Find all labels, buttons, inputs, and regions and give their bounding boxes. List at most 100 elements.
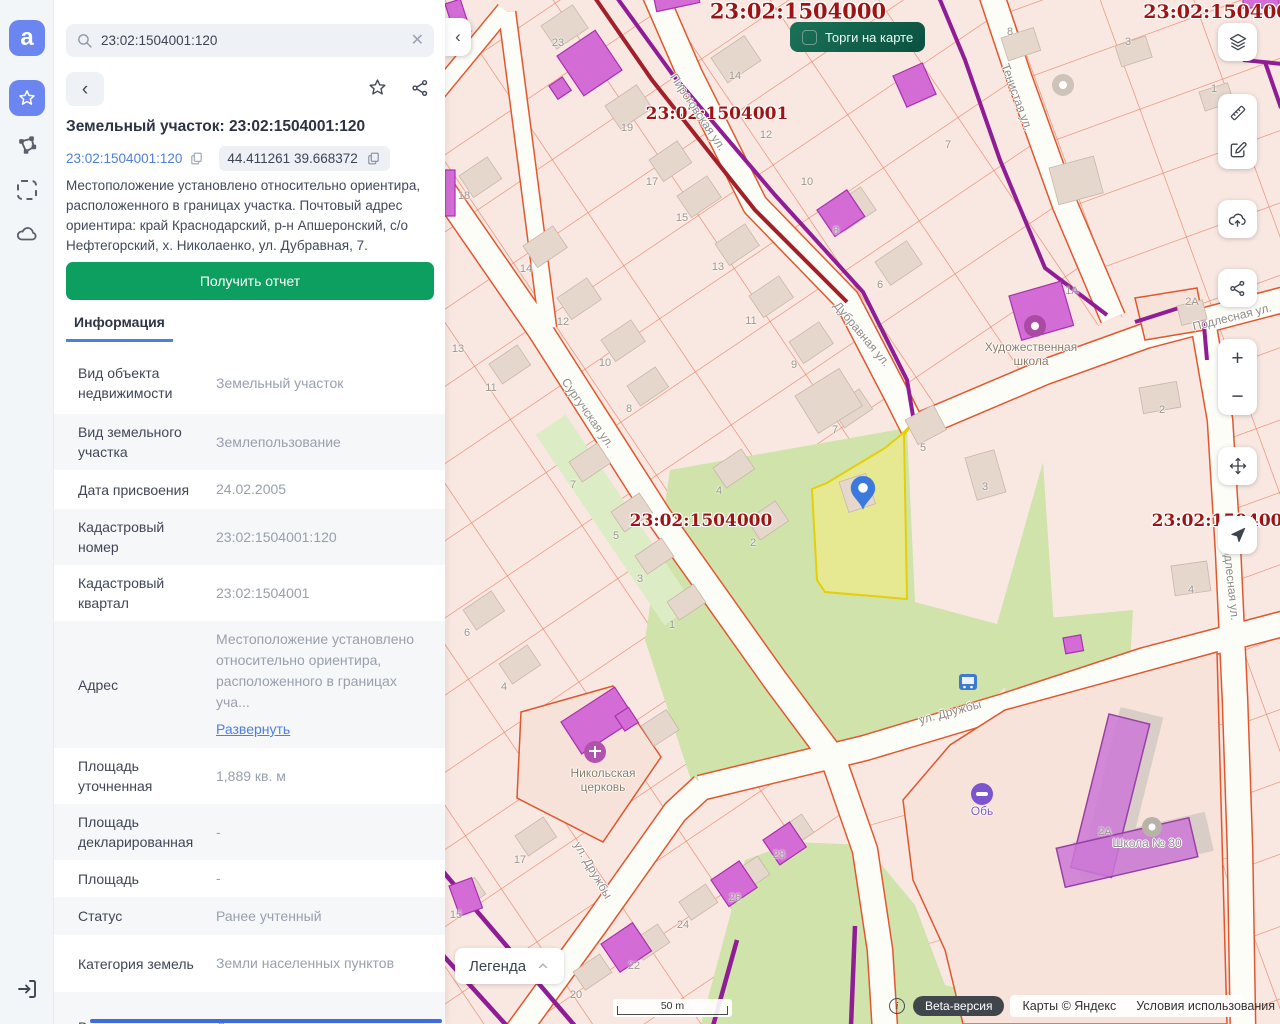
- info-row: Площадь декларированная-: [54, 804, 445, 860]
- legend-button[interactable]: Легенда: [455, 948, 564, 984]
- copy-icon[interactable]: [365, 150, 382, 167]
- copy-icon[interactable]: [188, 150, 205, 167]
- sidebar-scrollbar[interactable]: [90, 1019, 442, 1023]
- star-outline-icon: [367, 77, 388, 98]
- ruler-icon: [1228, 103, 1248, 123]
- cadastral-number-link[interactable]: 23:02:1504001:120: [66, 151, 182, 166]
- trades-toggle[interactable]: Торги на карте: [790, 22, 925, 52]
- info-row-label: Категория земель: [78, 954, 216, 974]
- info-row: Кадастровый номер23:02:1504001:120: [54, 509, 445, 565]
- identifier-badges: 23:02:1504001:120 44.411261 39.668372: [66, 146, 390, 171]
- info-row-value: Земли населенных пунктов: [216, 953, 433, 974]
- share-button[interactable]: [406, 74, 434, 105]
- polygon-select-icon: [16, 135, 38, 157]
- collapse-sidebar-button[interactable]: ‹: [445, 18, 471, 56]
- expand-link[interactable]: Развернуть: [216, 719, 433, 740]
- info-row: СтатусРанее учтенный: [54, 897, 445, 935]
- info-row-value: 1,889 кв. м: [216, 766, 433, 787]
- info-row-label: Кадастровый квартал: [78, 573, 216, 613]
- zoom-group: + −: [1218, 339, 1257, 415]
- locate-icon: [1228, 525, 1248, 545]
- maps-copyright: Карты © Яндекс: [1022, 999, 1116, 1013]
- star-icon: [17, 88, 37, 108]
- info-table: Вид объекта недвижимостиЗемельный участо…: [54, 352, 445, 1024]
- chevron-up-icon: [536, 959, 550, 973]
- search-input[interactable]: [101, 33, 403, 48]
- sidebar-panel: ✕ ‹ Земельный участок: 23:02:1504001:120…: [54, 0, 445, 1024]
- info-icon[interactable]: i: [889, 998, 905, 1014]
- zoom-out-button[interactable]: −: [1218, 377, 1257, 415]
- pan-button[interactable]: [1218, 447, 1257, 485]
- info-row-value: 24.02.2005: [216, 479, 433, 500]
- info-row: Кадастровый квартал23:02:1504001: [54, 565, 445, 621]
- info-row-label: Площадь декларированная: [78, 812, 216, 852]
- beta-badge: Beta-версия: [913, 996, 1004, 1016]
- layers-icon: [1228, 32, 1248, 52]
- back-button[interactable]: ‹: [66, 72, 104, 106]
- area-select-button[interactable]: [9, 172, 45, 208]
- coordinates-badge: 44.411261 39.668372: [219, 146, 389, 171]
- info-row-label: Дата присвоения: [78, 480, 216, 500]
- info-row-label: Кадастровый номер: [78, 517, 216, 557]
- info-row-label: Вид земельного участка: [78, 422, 216, 462]
- zoom-in-button[interactable]: +: [1218, 339, 1257, 377]
- map-canvas[interactable]: 23:02:150400023:02:150400023:02:15040012…: [445, 0, 1280, 1024]
- info-row-value: -: [216, 868, 433, 889]
- search-bar: ✕: [66, 24, 434, 57]
- info-row-label: Вид объекта недвижимости: [78, 363, 216, 403]
- info-row-value: 23:02:1504001:120: [216, 527, 433, 548]
- tab-bar: Информация: [66, 314, 173, 342]
- info-row: АдресМестоположение установлено относите…: [54, 621, 445, 748]
- info-row-label: Статус: [78, 906, 216, 926]
- info-row-label: Площадь уточненная: [78, 756, 216, 796]
- search-icon: [76, 32, 93, 49]
- share-icon: [1228, 279, 1247, 298]
- cloud-button[interactable]: [9, 216, 45, 252]
- info-row: Дата присвоения24.02.2005: [54, 470, 445, 509]
- locate-button[interactable]: [1218, 516, 1257, 554]
- info-row: Вид объекта недвижимостиЗемельный участо…: [54, 352, 445, 414]
- terms-link[interactable]: Условия использования: [1136, 999, 1275, 1013]
- share-icon: [410, 78, 430, 98]
- map-attribution: i Beta-версия Карты © Яндекс Условия исп…: [889, 994, 1243, 1018]
- map-pin: [848, 474, 878, 519]
- report-button[interactable]: Получить отчет: [66, 262, 434, 300]
- info-row: Категория земельЗемли населенных пунктов: [54, 935, 445, 992]
- page-title: Земельный участок: 23:02:1504001:120: [66, 118, 365, 136]
- measure-edit-group: [1218, 94, 1257, 169]
- info-row-value: Ранее учтенный: [216, 906, 433, 927]
- info-row-value: Землепользование: [216, 432, 433, 453]
- area-select-icon: [17, 180, 37, 200]
- edit-icon: [1228, 140, 1248, 160]
- favorites-button[interactable]: [9, 80, 45, 116]
- trades-checkbox[interactable]: [802, 30, 817, 45]
- ruler-button[interactable]: [1218, 94, 1257, 132]
- exit-icon: [15, 977, 39, 1001]
- clear-search-icon[interactable]: ✕: [411, 33, 424, 49]
- info-row-value: Земельный участок: [216, 373, 433, 394]
- info-row-label: Площадь: [78, 869, 216, 889]
- left-rail: a: [0, 0, 54, 1024]
- upload-cloud-icon: [1227, 209, 1248, 230]
- upload-button[interactable]: [1218, 200, 1257, 238]
- info-row: Вид земельного участкаЗемлепользование: [54, 414, 445, 470]
- info-row-value: Местоположение установлено относительно …: [216, 629, 433, 740]
- layers-button[interactable]: [1218, 23, 1257, 61]
- tab-information[interactable]: Информация: [66, 314, 173, 342]
- pan-icon: [1228, 456, 1248, 476]
- favorite-star-button[interactable]: [363, 73, 392, 105]
- polygon-select-button[interactable]: [9, 128, 45, 164]
- scale-bar: 50 m: [613, 999, 732, 1017]
- info-row-label: Адрес: [78, 675, 216, 695]
- scale-bracket: [617, 1006, 728, 1015]
- share-map-button[interactable]: [1218, 269, 1257, 307]
- cloud-icon: [15, 222, 39, 246]
- info-row: Площадь-: [54, 860, 445, 897]
- app-logo[interactable]: a: [9, 20, 45, 56]
- app-root: a ✕ ‹: [0, 0, 1280, 1024]
- info-row-value: 23:02:1504001: [216, 583, 433, 604]
- info-row-value: -: [216, 822, 433, 843]
- edit-button[interactable]: [1218, 132, 1257, 170]
- info-row: Площадь уточненная1,889 кв. м: [54, 748, 445, 804]
- exit-button[interactable]: [9, 971, 45, 1007]
